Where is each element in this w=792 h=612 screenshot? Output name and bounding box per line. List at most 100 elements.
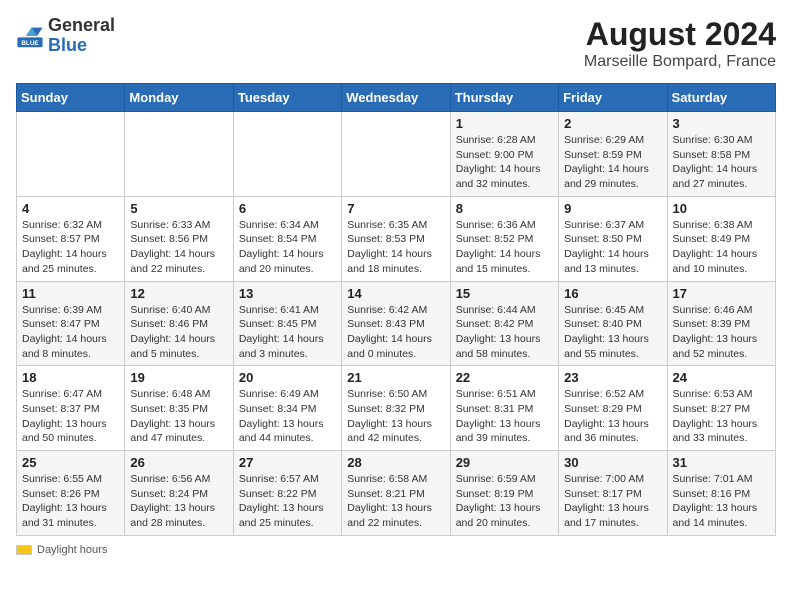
day-number: 25 — [22, 455, 119, 470]
calendar-cell-2-6: 17 Sunrise: 6:46 AM Sunset: 8:39 PM Dayli… — [667, 281, 775, 366]
week-row-5: 25 Sunrise: 6:55 AM Sunset: 8:26 PM Dayli… — [17, 451, 776, 536]
page-header: BLUE General Blue August 2024 Marseille … — [16, 16, 776, 71]
legend-label: Daylight hours — [37, 544, 107, 556]
week-row-4: 18 Sunrise: 6:47 AM Sunset: 8:37 PM Dayli… — [17, 366, 776, 451]
calendar-cell-2-2: 13Sunrise: 6:41 AM Sunset: 8:45 PM Dayli… — [233, 281, 341, 366]
legend: Daylight hours — [16, 544, 776, 556]
day-info: Sunrise: 6:35 AM Sunset: 8:53 PM Dayligh… — [347, 218, 444, 277]
calendar-cell-3-4: 22 Sunrise: 6:51 AM Sunset: 8:31 PM Dayli… — [450, 366, 558, 451]
calendar-cell-1-3: 7 Sunrise: 6:35 AM Sunset: 8:53 PM Daylig… — [342, 196, 450, 281]
calendar-cell-2-1: 12 Sunrise: 6:40 AM Sunset: 8:46 PM Dayli… — [125, 281, 233, 366]
day-info: Sunrise: 6:48 AM Sunset: 8:35 PM Dayligh… — [130, 387, 227, 446]
legend-item: Daylight hours — [16, 544, 107, 556]
day-number: 24 — [673, 370, 770, 385]
calendar-cell-3-5: 23 Sunrise: 6:52 AM Sunset: 8:29 PM Dayli… — [559, 366, 667, 451]
calendar-cell-1-4: 8Sunrise: 6:36 AM Sunset: 8:52 PM Daylig… — [450, 196, 558, 281]
day-info: Sunrise: 6:49 AM Sunset: 8:34 PM Dayligh… — [239, 387, 336, 446]
day-info: Sunrise: 6:52 AM Sunset: 8:29 PM Dayligh… — [564, 387, 661, 446]
day-info: Sunrise: 6:34 AM Sunset: 8:54 PM Dayligh… — [239, 218, 336, 277]
day-info: Sunrise: 6:56 AM Sunset: 8:24 PM Dayligh… — [130, 472, 227, 531]
logo-icon: BLUE — [16, 22, 44, 50]
calendar-cell-2-5: 16Sunrise: 6:45 AM Sunset: 8:40 PM Dayli… — [559, 281, 667, 366]
calendar-cell-2-4: 15Sunrise: 6:44 AM Sunset: 8:42 PM Dayli… — [450, 281, 558, 366]
calendar-cell-4-2: 27Sunrise: 6:57 AM Sunset: 8:22 PM Dayli… — [233, 451, 341, 536]
calendar-cell-1-6: 10 Sunrise: 6:38 AM Sunset: 8:49 PM Dayli… — [667, 196, 775, 281]
header-friday: Friday — [559, 84, 667, 112]
day-info: Sunrise: 7:00 AM Sunset: 8:17 PM Dayligh… — [564, 472, 661, 531]
calendar-cell-3-2: 20 Sunrise: 6:49 AM Sunset: 8:34 PM Dayli… — [233, 366, 341, 451]
day-info: Sunrise: 6:51 AM Sunset: 8:31 PM Dayligh… — [456, 387, 553, 446]
week-row-2: 4 Sunrise: 6:32 AM Sunset: 8:57 PM Daylig… — [17, 196, 776, 281]
calendar-cell-2-0: 11Sunrise: 6:39 AM Sunset: 8:47 PM Dayli… — [17, 281, 125, 366]
day-number: 26 — [130, 455, 227, 470]
logo-general-text: General — [48, 15, 115, 35]
day-number: 20 — [239, 370, 336, 385]
day-number: 13 — [239, 286, 336, 301]
day-number: 28 — [347, 455, 444, 470]
day-number: 5 — [130, 201, 227, 216]
day-info: Sunrise: 6:32 AM Sunset: 8:57 PM Dayligh… — [22, 218, 119, 277]
header-sunday: Sunday — [17, 84, 125, 112]
day-number: 3 — [673, 116, 770, 131]
legend-color-box — [16, 545, 32, 555]
week-row-3: 11Sunrise: 6:39 AM Sunset: 8:47 PM Dayli… — [17, 281, 776, 366]
day-info: Sunrise: 6:58 AM Sunset: 8:21 PM Dayligh… — [347, 472, 444, 531]
calendar-cell-1-1: 5Sunrise: 6:33 AM Sunset: 8:56 PM Daylig… — [125, 196, 233, 281]
calendar-cell-4-4: 29Sunrise: 6:59 AM Sunset: 8:19 PM Dayli… — [450, 451, 558, 536]
calendar-cell-4-3: 28 Sunrise: 6:58 AM Sunset: 8:21 PM Dayli… — [342, 451, 450, 536]
logo-blue-text: Blue — [48, 35, 87, 55]
logo-text: General Blue — [48, 16, 115, 56]
calendar-cell-1-2: 6Sunrise: 6:34 AM Sunset: 8:54 PM Daylig… — [233, 196, 341, 281]
day-number: 4 — [22, 201, 119, 216]
day-number: 14 — [347, 286, 444, 301]
title-block: August 2024 Marseille Bompard, France — [584, 16, 776, 71]
day-number: 22 — [456, 370, 553, 385]
day-info: Sunrise: 6:55 AM Sunset: 8:26 PM Dayligh… — [22, 472, 119, 531]
calendar-cell-0-2 — [233, 112, 341, 197]
calendar-cell-0-0 — [17, 112, 125, 197]
day-info: Sunrise: 6:29 AM Sunset: 8:59 PM Dayligh… — [564, 133, 661, 192]
calendar-cell-4-0: 25 Sunrise: 6:55 AM Sunset: 8:26 PM Dayli… — [17, 451, 125, 536]
day-info: Sunrise: 6:30 AM Sunset: 8:58 PM Dayligh… — [673, 133, 770, 192]
day-number: 11 — [22, 286, 119, 301]
header-saturday: Saturday — [667, 84, 775, 112]
day-info: Sunrise: 6:44 AM Sunset: 8:42 PM Dayligh… — [456, 303, 553, 362]
location-subtitle: Marseille Bompard, France — [584, 53, 776, 71]
svg-text:BLUE: BLUE — [21, 40, 38, 47]
calendar-cell-3-1: 19 Sunrise: 6:48 AM Sunset: 8:35 PM Dayli… — [125, 366, 233, 451]
day-number: 19 — [130, 370, 227, 385]
calendar-cell-1-0: 4 Sunrise: 6:32 AM Sunset: 8:57 PM Daylig… — [17, 196, 125, 281]
day-info: Sunrise: 6:47 AM Sunset: 8:37 PM Dayligh… — [22, 387, 119, 446]
day-number: 17 — [673, 286, 770, 301]
week-row-1: 1 Sunrise: 6:28 AM Sunset: 9:00 PM Daylig… — [17, 112, 776, 197]
calendar-cell-3-3: 21Sunrise: 6:50 AM Sunset: 8:32 PM Dayli… — [342, 366, 450, 451]
calendar-header-row: SundayMondayTuesdayWednesdayThursdayFrid… — [17, 84, 776, 112]
calendar-cell-3-6: 24Sunrise: 6:53 AM Sunset: 8:27 PM Dayli… — [667, 366, 775, 451]
calendar-table: SundayMondayTuesdayWednesdayThursdayFrid… — [16, 83, 776, 536]
day-info: Sunrise: 6:40 AM Sunset: 8:46 PM Dayligh… — [130, 303, 227, 362]
day-number: 7 — [347, 201, 444, 216]
calendar-cell-4-1: 26 Sunrise: 6:56 AM Sunset: 8:24 PM Dayli… — [125, 451, 233, 536]
day-info: Sunrise: 6:46 AM Sunset: 8:39 PM Dayligh… — [673, 303, 770, 362]
day-info: Sunrise: 6:37 AM Sunset: 8:50 PM Dayligh… — [564, 218, 661, 277]
calendar-cell-4-6: 31Sunrise: 7:01 AM Sunset: 8:16 PM Dayli… — [667, 451, 775, 536]
day-number: 31 — [673, 455, 770, 470]
day-number: 18 — [22, 370, 119, 385]
day-number: 30 — [564, 455, 661, 470]
day-info: Sunrise: 6:38 AM Sunset: 8:49 PM Dayligh… — [673, 218, 770, 277]
month-year-title: August 2024 — [584, 16, 776, 53]
day-info: Sunrise: 6:42 AM Sunset: 8:43 PM Dayligh… — [347, 303, 444, 362]
logo: BLUE General Blue — [16, 16, 115, 56]
calendar-cell-0-5: 2 Sunrise: 6:29 AM Sunset: 8:59 PM Daylig… — [559, 112, 667, 197]
header-wednesday: Wednesday — [342, 84, 450, 112]
day-number: 23 — [564, 370, 661, 385]
day-number: 1 — [456, 116, 553, 131]
header-monday: Monday — [125, 84, 233, 112]
day-number: 2 — [564, 116, 661, 131]
day-info: Sunrise: 6:28 AM Sunset: 9:00 PM Dayligh… — [456, 133, 553, 192]
day-number: 12 — [130, 286, 227, 301]
day-number: 10 — [673, 201, 770, 216]
calendar-cell-4-5: 30 Sunrise: 7:00 AM Sunset: 8:17 PM Dayli… — [559, 451, 667, 536]
day-number: 27 — [239, 455, 336, 470]
day-number: 21 — [347, 370, 444, 385]
